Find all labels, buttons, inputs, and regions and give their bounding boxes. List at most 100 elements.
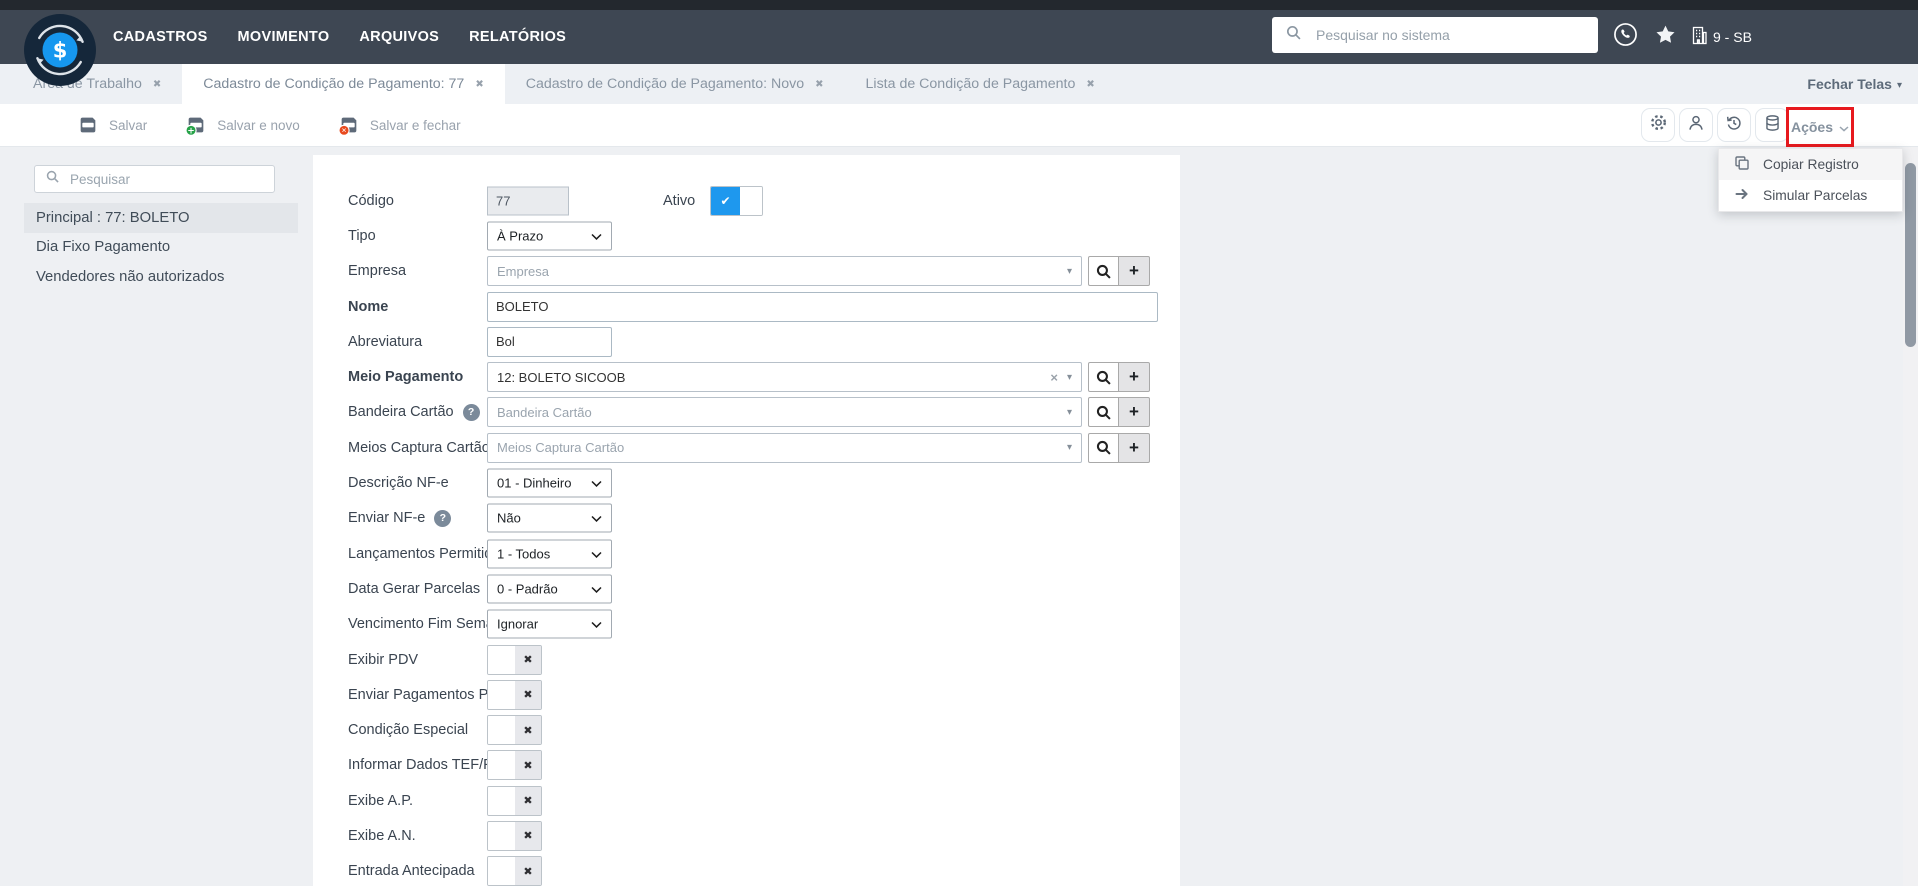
close-icon[interactable]: ✖ (815, 79, 823, 90)
cross-icon: ✖ (515, 680, 541, 709)
caret-down-icon: ▾ (1896, 79, 1902, 91)
input-abreviatura[interactable] (487, 326, 612, 357)
select-tipo[interactable]: À Prazo (487, 221, 612, 251)
favorites-icon[interactable] (1654, 23, 1677, 51)
sidebar-item-vendedores-nao-autorizados[interactable]: Vendedores não autorizados (24, 262, 298, 292)
combo-value: Meios Captura Cartão (497, 440, 625, 456)
chevron-down-icon (1839, 119, 1849, 135)
tab-label: Lista de Condição de Pagamento (865, 76, 1076, 92)
top-strip (0, 0, 1918, 10)
global-search[interactable] (1272, 17, 1598, 53)
form-row-enviar-pagamentos-pdv: Enviar Pagamentos PDV ✖ (313, 677, 1180, 712)
menu-item-simular-parcelas[interactable]: Simular Parcelas (1719, 180, 1902, 211)
select-value: 0 - Padrão (497, 581, 558, 597)
combo-empresa[interactable]: Empresa ▾ (487, 256, 1082, 287)
fechar-telas-button[interactable]: Fechar Telas ▾ (1807, 64, 1902, 104)
app-window: $ CADASTROS MOVIMENTO ARQUIVOS RELATÓRIOS (0, 0, 1918, 886)
scrollbar-thumb[interactable] (1905, 163, 1916, 347)
nav-item-relatorios[interactable]: RELATÓRIOS (469, 29, 566, 45)
toggle-exibir-pdv[interactable]: ✖ (487, 644, 542, 675)
nav-item-arquivos[interactable]: ARQUIVOS (359, 29, 439, 45)
nav-item-cadastros[interactable]: CADASTROS (113, 29, 208, 45)
add-button[interactable]: + (1119, 256, 1150, 287)
search-button[interactable] (1088, 256, 1119, 287)
search-button[interactable] (1088, 362, 1119, 393)
database-button[interactable] (1755, 108, 1789, 142)
company-label: 9 - SB (1713, 29, 1752, 45)
acoes-dropdown: Copiar Registro Simular Parcelas (1718, 148, 1903, 212)
form-row-bandeira-cartao: Bandeira Cartão? Bandeira Cartão ▾ + (313, 395, 1180, 430)
toggle-informar-dados-tef-pos[interactable]: ✖ (487, 750, 542, 781)
cross-icon: ✖ (515, 821, 541, 850)
toggle-exibe-a-n[interactable]: ✖ (487, 820, 542, 851)
sidebar-item-principal-77-boleto[interactable]: Principal : 77: BOLETO (24, 203, 298, 233)
whatsapp-icon[interactable] (1612, 21, 1639, 53)
field-label-text: Código (348, 192, 394, 209)
toggle-enviar-pagamentos-pdv[interactable]: ✖ (487, 679, 542, 710)
field-label: Código (348, 183, 394, 218)
menu-item-copiar-registro[interactable]: Copiar Registro (1719, 149, 1902, 180)
help-icon[interactable]: ? (462, 403, 480, 421)
search-button[interactable] (1088, 397, 1119, 428)
scrollbar[interactable] (1903, 147, 1918, 886)
svg-text:✕: ✕ (341, 127, 346, 135)
acoes-button[interactable]: Ações (1790, 119, 1850, 135)
field-label-text: Descrição NF-e (348, 475, 449, 492)
select-lancamentos-permitidos[interactable]: 1 - Todos (487, 539, 612, 569)
toggle-entrada-antecipada[interactable]: ✖ (487, 856, 542, 886)
close-icon[interactable]: ✖ (153, 79, 161, 90)
select-descricao-nf-e[interactable]: 01 - Dinheiro (487, 468, 612, 498)
form-row-exibir-pdv: Exibir PDV ✖ (313, 642, 1180, 677)
close-icon[interactable]: ✖ (1086, 79, 1094, 90)
form-row-descricao-nf-e: Descrição NF-e 01 - Dinheiro (313, 465, 1180, 500)
add-button[interactable]: + (1119, 397, 1150, 428)
field-label-text: Exibe A.P. (348, 792, 414, 809)
select-enviar-nf-e[interactable]: Não (487, 503, 612, 533)
ativo-toggle[interactable]: ✔ (710, 185, 763, 216)
global-search-input[interactable] (1316, 27, 1584, 43)
navbar-menu: CADASTROS MOVIMENTO ARQUIVOS RELATÓRIOS (113, 10, 566, 64)
select-data-gerar-parcelas[interactable]: 0 - Padrão (487, 574, 612, 604)
app-logo[interactable]: $ (22, 12, 98, 88)
sidebar-search[interactable] (34, 165, 275, 193)
navbar-icons: 9 - SB (1612, 10, 1752, 64)
chevron-down-icon (591, 617, 602, 632)
select-value: Não (497, 510, 521, 526)
cross-icon: ✖ (515, 716, 541, 745)
field-label: Exibe A.N. (348, 818, 416, 853)
salvar-e-novo-button[interactable]: + Salvar e novo (185, 114, 300, 136)
salvar-button[interactable]: Salvar (77, 114, 147, 136)
toolbar-save-group: Salvar + Salvar e novo ✕ Salvar e fechar (77, 104, 461, 146)
settings-button[interactable] (1641, 108, 1675, 142)
field-label-text: Exibe A.N. (348, 827, 416, 844)
add-button[interactable]: + (1119, 432, 1150, 463)
select-vencimento-fim-semana[interactable]: Ignorar (487, 609, 612, 639)
combo-meios-captura-cartao[interactable]: Meios Captura Cartão ▾ (487, 432, 1082, 463)
tab-cadastro-de-condicao-de-pagamento-novo[interactable]: Cadastro de Condição de Pagamento: Novo ✖ (505, 64, 845, 104)
field-label-text: Enviar NF-e (348, 510, 426, 527)
user-button[interactable] (1679, 108, 1713, 142)
sidebar-search-input[interactable] (70, 171, 263, 187)
sidebar-item-dia-fixo-pagamento[interactable]: Dia Fixo Pagamento (24, 233, 298, 263)
company-selector[interactable]: 9 - SB (1692, 26, 1752, 48)
combo-meio-pagamento[interactable]: 12: BOLETO SICOOB × ▾ (487, 362, 1082, 393)
combo-bandeira-cartao[interactable]: Bandeira Cartão ▾ (487, 397, 1082, 428)
input-nome[interactable] (487, 291, 1158, 322)
search-button[interactable] (1088, 432, 1119, 463)
add-button[interactable]: + (1119, 362, 1150, 393)
help-icon[interactable]: ? (434, 509, 452, 527)
tab-lista-de-condicao-de-pagamento[interactable]: Lista de Condição de Pagamento ✖ (845, 64, 1116, 104)
toggle-exibe-a-p[interactable]: ✖ (487, 785, 542, 816)
field-label: Exibir PDV (348, 642, 418, 677)
history-button[interactable] (1717, 108, 1751, 142)
clear-icon[interactable]: × (1050, 371, 1058, 384)
toolbar-button-label: Salvar (109, 117, 148, 133)
salvar-e-fechar-button[interactable]: ✕ Salvar e fechar (338, 114, 461, 136)
close-icon[interactable]: ✖ (475, 79, 483, 90)
tabbar: Área de Trabalho ✖ Cadastro de Condição de… (0, 64, 1918, 104)
toggle-condicao-especial[interactable]: ✖ (487, 715, 542, 746)
dollar-sync-icon: $ (24, 14, 96, 86)
cross-icon: ✖ (515, 857, 541, 886)
nav-item-movimento[interactable]: MOVIMENTO (238, 29, 330, 45)
tab-cadastro-de-condicao-de-pagamento-77[interactable]: Cadastro de Condição de Pagamento: 77 ✖ (182, 64, 505, 104)
